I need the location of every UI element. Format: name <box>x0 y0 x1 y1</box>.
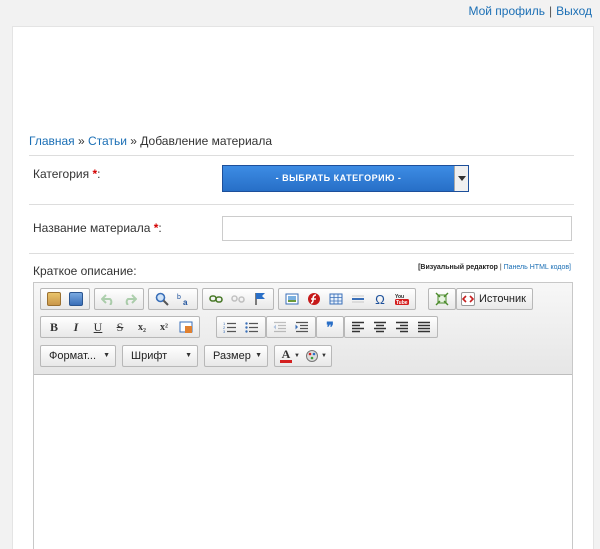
bold-button[interactable]: B <box>43 317 65 337</box>
indent-icon[interactable] <box>291 317 313 337</box>
align-justify-icon[interactable] <box>413 317 435 337</box>
clipboard-group <box>40 288 90 310</box>
description-label: Краткое описание: <box>33 264 137 278</box>
chevron-down-icon: ▼ <box>185 352 192 359</box>
subscript-button[interactable]: x₂ <box>131 317 153 337</box>
category-label-text: Категория <box>33 167 90 181</box>
category-select-value: - ВЫБРАТЬ КАТЕГОРИЮ - <box>223 166 454 191</box>
chevron-down-icon: ▼ <box>103 352 110 359</box>
numbered-list-icon[interactable]: 123 <box>219 317 241 337</box>
source-button[interactable]: Источник <box>459 289 530 309</box>
breadcrumb-home[interactable]: Главная <box>29 134 75 148</box>
italic-button[interactable]: I <box>65 317 87 337</box>
title-label-text: Название материала <box>33 221 151 235</box>
outdent-icon[interactable] <box>269 317 291 337</box>
profile-link[interactable]: Мой профиль <box>468 4 545 18</box>
underline-button[interactable]: U <box>87 317 109 337</box>
separator: | <box>548 4 553 18</box>
align-left-icon[interactable] <box>347 317 369 337</box>
html-panel-link[interactable]: Панель HTML кодов] <box>504 264 571 271</box>
svg-text:a: a <box>183 298 188 306</box>
editor-toolbar: ba Ω You Tube Источник B I U S x₂ x² 1 2… <box>34 283 572 375</box>
svg-text:b: b <box>177 294 181 301</box>
link-icon[interactable] <box>205 289 227 309</box>
color-group: A ▼ ▼ <box>274 345 332 367</box>
align-center-icon[interactable] <box>369 317 391 337</box>
svg-text:Tube: Tube <box>396 300 408 306</box>
blockquote-group: ❞ <box>316 316 344 338</box>
flash-icon[interactable] <box>303 289 325 309</box>
basic-styles-group: B I U S x₂ x² <box>40 316 200 338</box>
maximize-icon[interactable] <box>431 289 453 309</box>
breadcrumb-articles[interactable]: Статьи <box>88 134 127 148</box>
format-label: Формат... <box>49 350 97 362</box>
redo-icon[interactable] <box>119 289 141 309</box>
category-select[interactable]: - ВЫБРАТЬ КАТЕГОРИЮ - <box>222 165 469 192</box>
maximize-group <box>428 288 456 310</box>
breadcrumb: Главная » Статьи » Добавление материала <box>29 134 272 148</box>
blockquote-button[interactable]: ❞ <box>319 317 341 337</box>
divider <box>29 204 574 205</box>
paste-text-icon[interactable] <box>43 289 65 309</box>
content-panel: Главная » Статьи » Добавление материала … <box>12 26 594 549</box>
find-group: ba <box>148 288 198 310</box>
category-label: Категория *: <box>33 167 100 181</box>
undo-icon[interactable] <box>97 289 119 309</box>
link-group <box>202 288 274 310</box>
youtube-icon[interactable]: You Tube <box>391 289 413 309</box>
source-label: Источник <box>479 293 526 305</box>
text-color-button[interactable]: A ▼ <box>277 346 303 366</box>
remove-format-icon[interactable] <box>175 317 197 337</box>
paint-bucket-icon <box>306 350 319 362</box>
align-group <box>344 316 438 338</box>
font-label: Шрифт <box>131 350 168 362</box>
text-color-icon: A <box>281 347 291 361</box>
rich-text-editor: ba Ω You Tube Источник B I U S x₂ x² 1 2… <box>33 282 573 549</box>
breadcrumb-sep: » <box>126 134 141 148</box>
title-label: Название материала *: <box>33 221 162 235</box>
horizontal-rule-icon[interactable] <box>347 289 369 309</box>
size-combo[interactable]: Размер ▼ <box>204 345 268 367</box>
chevron-down-icon[interactable] <box>454 166 468 191</box>
font-combo[interactable]: Шрифт ▼ <box>122 345 198 367</box>
special-char-icon[interactable]: Ω <box>369 289 391 309</box>
list-group: 123 <box>216 316 266 338</box>
unlink-icon[interactable] <box>227 289 249 309</box>
insert-group: Ω You Tube <box>278 288 416 310</box>
label-colon: : <box>97 167 101 181</box>
editor-content-area[interactable] <box>34 376 572 549</box>
user-menu: Мой профиль | Выход <box>468 4 592 18</box>
anchor-icon[interactable] <box>249 289 271 309</box>
size-label: Размер <box>213 350 251 362</box>
source-group: Источник <box>456 288 533 310</box>
format-combo[interactable]: Формат... ▼ <box>40 345 116 367</box>
divider <box>29 155 574 156</box>
logout-link[interactable]: Выход <box>556 4 592 18</box>
editor-mode-switch: [Визуальный редактор | Панель HTML кодов… <box>418 264 571 271</box>
find-icon[interactable] <box>151 289 173 309</box>
breadcrumb-current: Добавление материала <box>140 134 273 148</box>
superscript-button[interactable]: x² <box>153 317 175 337</box>
divider <box>29 253 574 254</box>
svg-text:3: 3 <box>223 329 226 333</box>
history-group <box>94 288 144 310</box>
image-icon[interactable] <box>281 289 303 309</box>
paste-word-icon[interactable] <box>65 289 87 309</box>
label-colon: : <box>158 221 162 235</box>
replace-icon[interactable]: ba <box>173 289 195 309</box>
chevron-down-icon: ▼ <box>255 352 262 359</box>
table-icon[interactable] <box>325 289 347 309</box>
bg-color-button[interactable]: ▼ <box>303 346 329 366</box>
source-icon <box>461 292 475 306</box>
visual-editor-link[interactable]: [Визуальный редактор <box>418 264 498 271</box>
breadcrumb-sep: » <box>74 134 89 148</box>
align-right-icon[interactable] <box>391 317 413 337</box>
indent-group <box>266 316 316 338</box>
bulleted-list-icon[interactable] <box>241 317 263 337</box>
title-input[interactable] <box>222 216 572 241</box>
strike-button[interactable]: S <box>109 317 131 337</box>
